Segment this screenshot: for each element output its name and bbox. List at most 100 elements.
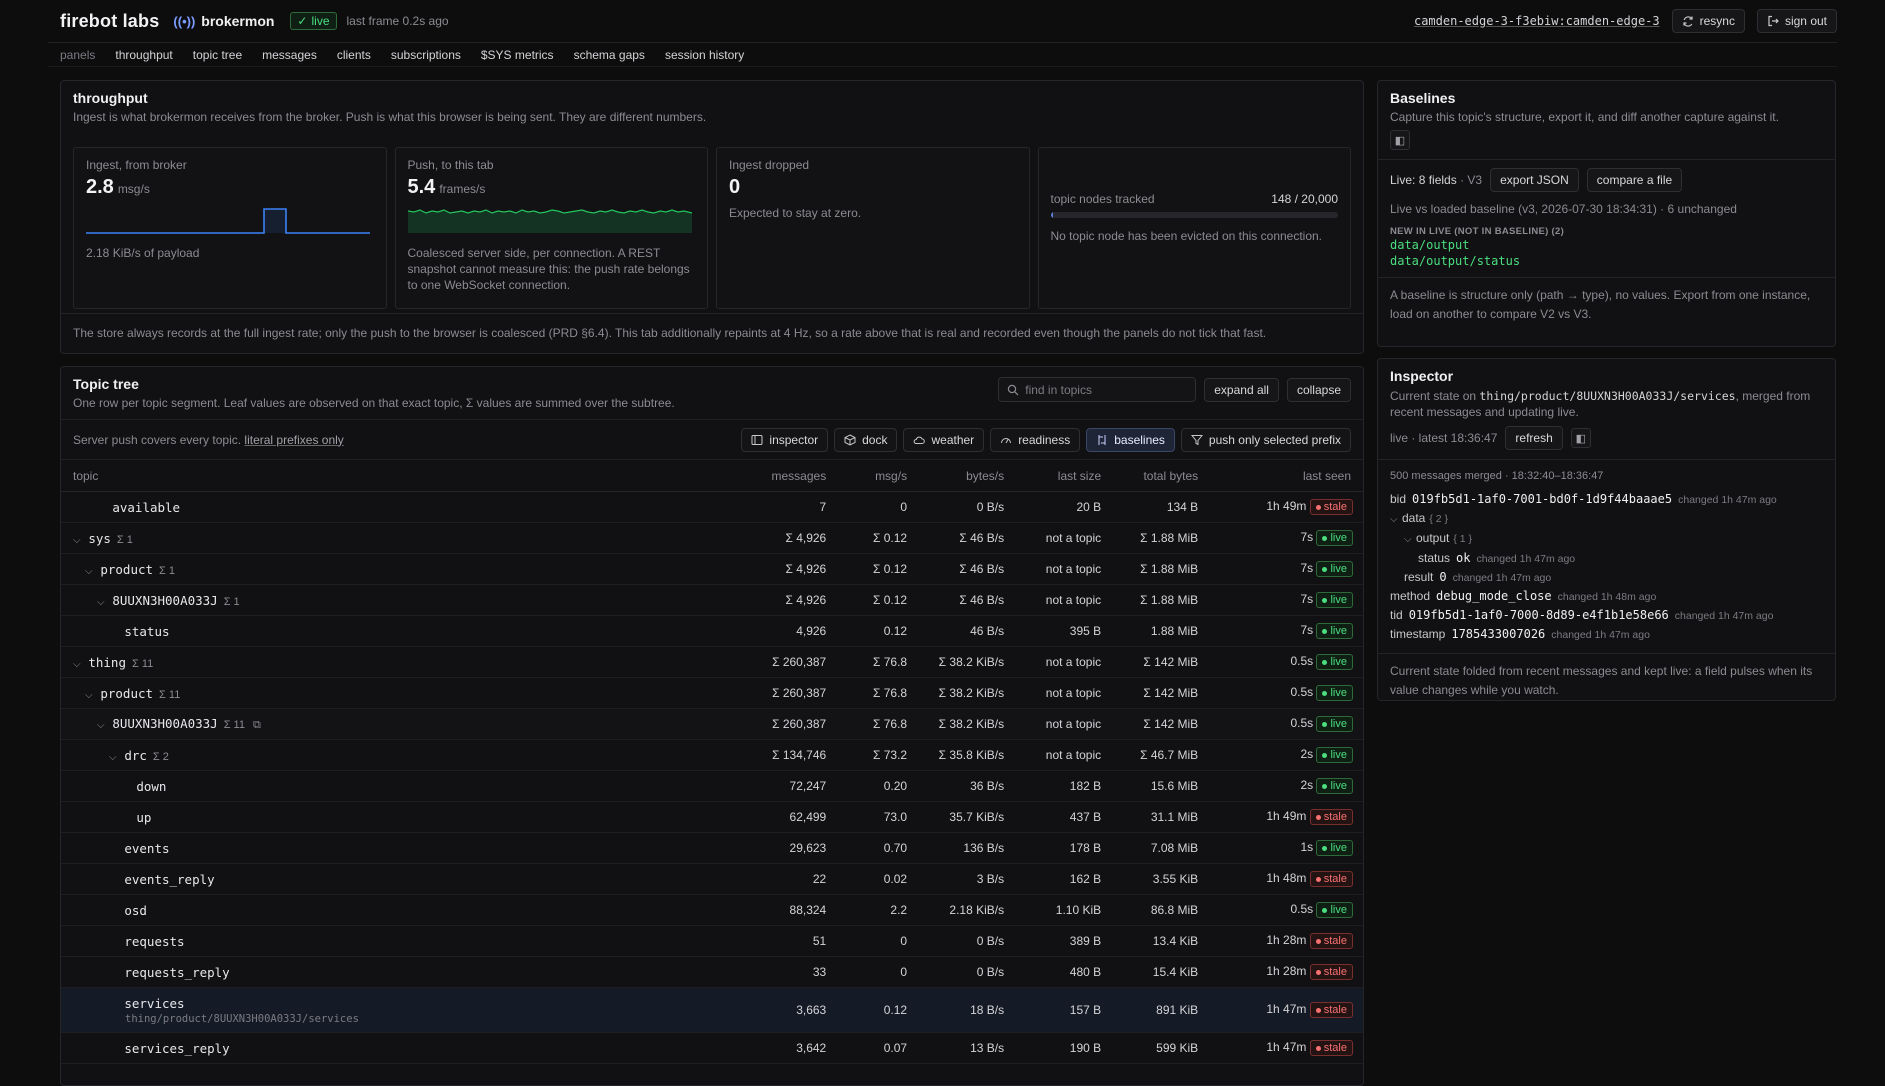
messages-cell: 4,926 [657, 615, 827, 647]
sign-out-button[interactable]: sign out [1756, 9, 1837, 33]
dock-panel-icon[interactable]: ◧ [1390, 130, 1410, 150]
table-row[interactable]: services thing/product/8UUXN3H00A033J/ser… [61, 987, 1363, 1033]
table-row[interactable]: ⌵ drc Σ 2 Σ 134,746 Σ 73.2 Σ 35.8 KiB/s not a… [61, 739, 1363, 771]
inspector-field[interactable]: result 0 changed 1h 47m ago [1390, 568, 1823, 587]
push-only-selected-prefix-toggle[interactable]: push only selected prefix [1180, 427, 1351, 452]
messages-cell: 33 [657, 956, 827, 988]
col-total-bytes[interactable]: total bytes [1101, 459, 1199, 492]
chevron-down-icon[interactable]: ⌵ [97, 720, 109, 731]
refresh-button[interactable]: refresh [1505, 426, 1563, 450]
inspector-field[interactable]: timestamp 1785433007026 changed 1h 47m ago [1390, 625, 1823, 644]
baselines-title: Baselines [1390, 90, 1456, 106]
chevron-down-icon[interactable]: ⌵ [73, 535, 85, 546]
table-row[interactable]: available 7 0 0 B/s 20 B 134 B 1h 49m stale [61, 491, 1363, 523]
nav-item-subscriptions[interactable]: subscriptions [391, 48, 461, 62]
status-dot-icon [1315, 969, 1321, 975]
collapse-button[interactable]: collapse [1286, 377, 1351, 402]
tab-dock[interactable]: dock [834, 427, 898, 452]
inspector-field[interactable]: ⌵ data{ 2 } [1390, 509, 1823, 529]
tab-weather[interactable]: weather [903, 427, 985, 452]
topic-search-input[interactable]: find in topics [998, 377, 1197, 402]
chevron-down-icon[interactable]: ⌵ [1390, 511, 1402, 529]
topic-name: available [112, 499, 181, 515]
expand-all-button[interactable]: expand all [1204, 377, 1279, 402]
dock-panel-icon[interactable]: ◧ [1570, 428, 1591, 448]
nav-item-schema-gaps[interactable]: schema gaps [574, 48, 645, 62]
table-row[interactable]: ⌵ product Σ 1 Σ 4,926 Σ 0.12 Σ 46 B/s not a t… [61, 553, 1363, 585]
total-bytes-cell: Σ 142 MiB [1101, 677, 1199, 709]
edge-identifier[interactable]: camden-edge-3-f3ebiw:camden-edge-3 [1414, 14, 1660, 28]
inspector-field[interactable]: tid 019fb5d1-1af0-7000-8d89-e4f1b1e58e66 c… [1390, 606, 1823, 625]
status-dot-icon [1315, 938, 1321, 944]
table-row[interactable]: osd 88,324 2.2 2.18 KiB/s 1.10 KiB 86.8 MiB 0.… [61, 894, 1363, 926]
col-last-seen[interactable]: last seen [1198, 459, 1363, 492]
table-row[interactable]: ⌵ 8UUXN3H00A033J Σ 1 Σ 4,926 Σ 0.12 Σ 46 B/s… [61, 584, 1363, 616]
inspector-field[interactable]: ⌵ output{ 1 } [1390, 529, 1823, 549]
status-dot-icon [1322, 907, 1328, 913]
status-dot-icon [1322, 659, 1328, 665]
table-row[interactable]: requests_reply 33 0 0 B/s 480 B 15.4 KiB 1h 28… [61, 956, 1363, 988]
server-text: Server push covers every topic. [73, 432, 242, 447]
literal-prefixes-link[interactable]: literal prefixes only [244, 433, 343, 447]
nav-item-clients[interactable]: clients [337, 48, 371, 62]
topic-cell: requests [61, 925, 658, 957]
chevron-down-icon[interactable]: ⌵ [109, 752, 121, 763]
table-row[interactable]: ⌵ thing Σ 11 Σ 260,387 Σ 76.8 Σ 38.2 KiB/s no… [61, 646, 1363, 678]
dropped-card: Ingest dropped 0 Expected to stay at zer… [716, 147, 1030, 309]
inspector-field[interactable]: bid 019fb5d1-1af0-7001-bd0f-1d9f44baaae5 c… [1390, 490, 1823, 509]
topic-table: topic messages msg/s bytes/s last size t… [61, 459, 1363, 1064]
status-dot-icon [1315, 814, 1321, 820]
table-row[interactable]: status 4,926 0.12 46 B/s 395 B 1.88 MiB 7s liv… [61, 615, 1363, 647]
table-row[interactable]: ⌵ sys Σ 1 Σ 4,926 Σ 0.12 Σ 46 B/s not a topic… [61, 522, 1363, 554]
inspector-field[interactable]: method debug_mode_close changed 1h 48m ago [1390, 587, 1823, 606]
col-last-size[interactable]: last size [1004, 459, 1102, 492]
last-size-cell: 182 B [1004, 770, 1102, 802]
chevron-down-icon[interactable]: ⌵ [85, 566, 97, 577]
table-row[interactable]: up 62,499 73.0 35.7 KiB/s 437 B 31.1 MiB 1h 49… [61, 801, 1363, 833]
nav-item-messages[interactable]: messages [262, 48, 317, 62]
table-row[interactable]: events 29,623 0.70 136 B/s 178 B 7.08 MiB 1s l… [61, 832, 1363, 864]
topic-rows: available 7 0 0 B/s 20 B 134 B 1h 49m stale ⌵ s… [61, 491, 1363, 1064]
edge-name: camden-edge-3 [1565, 14, 1660, 28]
sign-out-icon [1768, 15, 1779, 27]
tab-baselines-label: baselines [1114, 432, 1165, 447]
col-bytes-rate[interactable]: bytes/s [907, 459, 1005, 492]
col-msg-rate[interactable]: msg/s [826, 459, 908, 492]
status-label: stale [1323, 935, 1347, 948]
table-row[interactable]: services_reply 3,642 0.07 13 B/s 190 B 599 Ki… [61, 1032, 1363, 1064]
tab-inspector[interactable]: inspector [741, 427, 829, 452]
nav-item-topic-tree[interactable]: topic tree [193, 48, 242, 62]
bytes-rate-cell: 0 B/s [907, 491, 1005, 523]
export-json-button[interactable]: export JSON [1490, 168, 1579, 192]
compare-file-button[interactable]: compare a file [1586, 168, 1683, 192]
col-topic[interactable]: topic [61, 459, 658, 492]
col-messages[interactable]: messages [657, 459, 827, 492]
nav-item-sys-metrics[interactable]: $SYS metrics [481, 48, 554, 62]
last-seen-cell: 0.5s live [1198, 708, 1363, 740]
push-note: Coalesced server side, per connection. A… [407, 246, 690, 292]
last-seen: 7s [1300, 591, 1314, 606]
tab-readiness[interactable]: readiness [990, 427, 1081, 452]
nav-item-throughput[interactable]: throughput [115, 48, 172, 62]
table-row[interactable]: requests 51 0 0 B/s 389 B 13.4 KiB 1h 28m stal… [61, 925, 1363, 957]
table-row[interactable]: events_reply 22 0.02 3 B/s 162 B 3.55 KiB 1h 4… [61, 863, 1363, 895]
chevron-down-icon[interactable]: ⌵ [85, 690, 97, 701]
chevron-down-icon[interactable]: ⌵ [1404, 531, 1416, 549]
copy-icon[interactable]: ⧉ [253, 719, 261, 731]
inspector-field[interactable]: status ok changed 1h 47m ago [1390, 549, 1823, 568]
table-row[interactable]: down 72,247 0.20 36 B/s 182 B 15.6 MiB 2s live [61, 770, 1363, 802]
total-bytes-cell: Σ 46.7 MiB [1101, 739, 1199, 771]
table-row[interactable]: ⌵ 8UUXN3H00A033J Σ 11 ⧉ Σ 260,387 Σ 76.8 Σ 38… [61, 708, 1363, 740]
msg-rate-cell: 0.70 [826, 832, 908, 864]
msg-rate-cell: Σ 76.8 [826, 646, 908, 678]
table-row[interactable]: ⌵ product Σ 11 Σ 260,387 Σ 76.8 Σ 38.2 KiB/s… [61, 677, 1363, 709]
chevron-down-icon[interactable]: ⌵ [97, 597, 109, 608]
topic-cell: ⌵ product Σ 11 [61, 677, 658, 709]
chevron-down-icon[interactable]: ⌵ [73, 659, 85, 670]
msg-rate-cell: 0.07 [826, 1032, 908, 1064]
tab-baselines[interactable]: baselines [1086, 427, 1175, 452]
resync-button[interactable]: resync [1671, 9, 1745, 33]
nav-item-session-history[interactable]: session history [665, 48, 744, 62]
status-label: live [1330, 625, 1347, 638]
messages-cell: Σ 260,387 [657, 646, 827, 678]
